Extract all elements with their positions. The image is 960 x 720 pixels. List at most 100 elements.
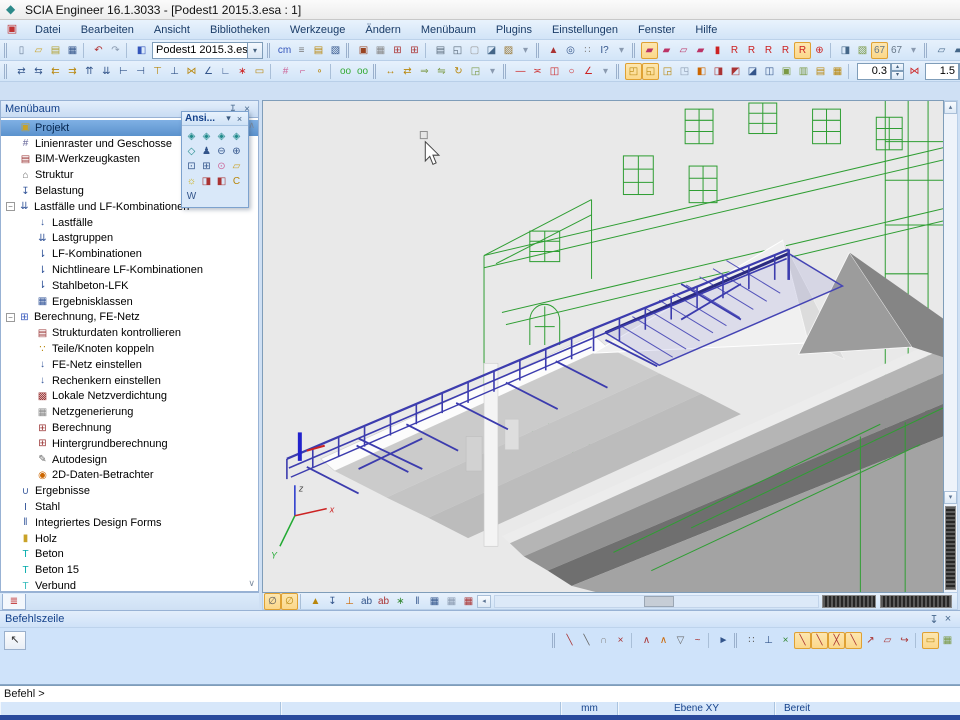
tree-expander[interactable]: − bbox=[6, 313, 15, 322]
save-all[interactable]: ▤ bbox=[47, 42, 64, 59]
menu-item[interactable]: Bibliotheken bbox=[201, 22, 279, 38]
render-mode-wire[interactable]: ∅ bbox=[264, 593, 281, 610]
selection-cursor-button[interactable]: ↖ bbox=[4, 631, 26, 650]
connect-members[interactable]: ∗ bbox=[234, 63, 251, 80]
project-selector[interactable]: Podest1 2015.3.esa ▾ bbox=[152, 42, 263, 59]
cross-link[interactable]: # bbox=[277, 63, 294, 80]
snap-arc[interactable]: ↪ bbox=[896, 632, 913, 649]
view-flag-3[interactable]: ◲ bbox=[659, 63, 676, 80]
chevron-down-icon[interactable]: ▾ bbox=[248, 42, 263, 59]
scroll-left-icon[interactable]: ◂ bbox=[477, 595, 491, 608]
select-cursor[interactable]: ► bbox=[715, 632, 732, 649]
view-flag-13[interactable]: ▦ bbox=[829, 63, 846, 80]
tree-item[interactable]: ↓ Rechenkern einstellen bbox=[1, 373, 258, 389]
show-labels[interactable]: ab bbox=[358, 593, 375, 610]
draw-dimension-line[interactable]: — bbox=[512, 63, 529, 80]
select-member-type-2[interactable]: ▰ bbox=[658, 42, 675, 59]
member-query[interactable]: I? bbox=[596, 42, 613, 59]
calculation-solver[interactable]: ⊞ bbox=[389, 42, 406, 59]
menu-item[interactable]: Werkzeuge bbox=[281, 22, 354, 38]
hinge-set[interactable]: ∘ bbox=[311, 63, 328, 80]
copy-entities[interactable]: ⇄ bbox=[399, 63, 416, 80]
view-front[interactable]: ◈ bbox=[199, 129, 214, 144]
save[interactable]: ▦ bbox=[64, 42, 81, 59]
menu-item[interactable]: Menübaum bbox=[412, 22, 485, 38]
view-axonometric[interactable]: ◈ bbox=[229, 129, 244, 144]
tree-item[interactable]: ∵ Teile/Knoten koppeln bbox=[1, 341, 258, 357]
units-settings[interactable]: cm bbox=[276, 42, 293, 59]
snap-endpoint[interactable]: ╲ bbox=[794, 632, 811, 649]
viewport-hscrollbar[interactable] bbox=[494, 595, 819, 608]
status-plane[interactable]: Ebene XY bbox=[618, 702, 775, 715]
zoom-in[interactable]: ⊕ bbox=[229, 144, 244, 159]
tree-item[interactable]: ↓ Lastfälle bbox=[1, 215, 258, 231]
view-flag-10[interactable]: ▣ bbox=[778, 63, 795, 80]
ortho-mode[interactable]: ⊥ bbox=[760, 632, 777, 649]
save-screenshot[interactable]: ◨ bbox=[837, 42, 854, 59]
status-units[interactable]: mm bbox=[561, 702, 618, 715]
node-tool-1[interactable]: ∧ bbox=[638, 632, 655, 649]
copy-to-clipboard[interactable]: ▱ bbox=[933, 42, 950, 59]
tree-item[interactable]: T Beton bbox=[1, 547, 258, 563]
catalog-blocks[interactable]: ▤ bbox=[310, 42, 327, 59]
thickness-icon[interactable]: ⋈ bbox=[906, 63, 923, 80]
overflow-1[interactable]: ▾ bbox=[517, 42, 534, 59]
view-flag-9[interactable]: ◫ bbox=[761, 63, 778, 80]
animation-bar-vertical[interactable] bbox=[945, 506, 956, 590]
rigid-arm[interactable]: ⌐ bbox=[294, 63, 311, 80]
tree-item[interactable]: ⊞ Hintergrundberechnung bbox=[1, 436, 258, 452]
polyline-tool[interactable]: ╲ bbox=[561, 632, 578, 649]
select-member-type-4[interactable]: ▰ bbox=[692, 42, 709, 59]
project-manager[interactable]: ◧ bbox=[133, 42, 150, 59]
scroll-down-icon[interactable]: ∨ bbox=[248, 578, 255, 589]
dot-grid-snap[interactable]: ∷ bbox=[743, 632, 760, 649]
scroll-up-icon[interactable]: ∧ bbox=[248, 120, 255, 131]
document-send[interactable]: ◪ bbox=[483, 42, 500, 59]
animation-bar-a[interactable] bbox=[822, 595, 876, 608]
command-panel-header[interactable]: Befehlszeile ↧ × bbox=[0, 611, 960, 628]
center-target[interactable]: ⊕ bbox=[811, 42, 828, 59]
close-icon[interactable]: × bbox=[234, 114, 245, 124]
pin-icon[interactable]: ↧ bbox=[927, 613, 941, 626]
view-flag-8[interactable]: ◪ bbox=[744, 63, 761, 80]
snap-intersection[interactable]: ╳ bbox=[828, 632, 845, 649]
tree-item[interactable]: T Verbund bbox=[1, 578, 258, 592]
project-selector-value[interactable]: Podest1 2015.3.esa bbox=[152, 42, 248, 59]
menu-item[interactable]: Ändern bbox=[356, 22, 409, 38]
calculator[interactable]: ▦ bbox=[939, 632, 956, 649]
view-flag-4[interactable]: ◳ bbox=[676, 63, 693, 80]
overflow-5[interactable]: ▾ bbox=[597, 63, 614, 80]
join-members[interactable]: ⇈ bbox=[81, 63, 98, 80]
undo[interactable]: ↶ bbox=[90, 42, 107, 59]
weld-b[interactable]: oo bbox=[354, 63, 371, 80]
activity-bar[interactable]: ▮ bbox=[709, 42, 726, 59]
print-preview[interactable]: ◱ bbox=[449, 42, 466, 59]
model-viewport[interactable]: z x Y bbox=[262, 100, 944, 593]
fillet-members[interactable]: ∠ bbox=[200, 63, 217, 80]
check-structure-data[interactable]: ▲ bbox=[545, 42, 562, 59]
snap-midpoint[interactable]: ╲ bbox=[811, 632, 828, 649]
view-flag-12[interactable]: ▤ bbox=[812, 63, 829, 80]
show-member-system[interactable]: ‖ bbox=[409, 593, 426, 610]
tree-item[interactable]: ◉ 2D-Daten-Betrachter bbox=[1, 468, 258, 484]
bim-toolbox[interactable]: ▣ bbox=[355, 42, 372, 59]
redo[interactable]: ↷ bbox=[107, 42, 124, 59]
tree-item[interactable]: ⇂ LF-Kombinationen bbox=[1, 246, 258, 262]
ansicht-toolbar-header[interactable]: Ansi... ▾ × bbox=[182, 112, 248, 126]
menu-item[interactable]: Ansicht bbox=[145, 22, 199, 38]
tree-item[interactable]: ⇂ Nichtlineare LF-Kombinationen bbox=[1, 262, 258, 278]
scroll-down-icon[interactable]: ▾ bbox=[944, 491, 957, 504]
zoom-search[interactable]: ◎ bbox=[562, 42, 579, 59]
view-flag-2[interactable]: ◱ bbox=[642, 63, 659, 80]
tree-item[interactable]: ⇊ Lastgruppen bbox=[1, 231, 258, 247]
menu-item[interactable]: Hilfe bbox=[686, 22, 726, 38]
dimension-lines[interactable]: ≍ bbox=[529, 63, 546, 80]
view-flag-7[interactable]: ◩ bbox=[727, 63, 744, 80]
open-project[interactable]: ▱ bbox=[30, 42, 47, 59]
walk-view[interactable]: ♟ bbox=[199, 144, 214, 159]
measure-ruler[interactable]: ▭ bbox=[922, 632, 939, 649]
tree-item[interactable]: ‖ Integriertes Design Forms bbox=[1, 515, 258, 531]
delete-tool[interactable]: × bbox=[612, 632, 629, 649]
copy-node[interactable]: ⇆ bbox=[30, 63, 47, 80]
hinge-op-2[interactable]: R bbox=[743, 42, 760, 59]
